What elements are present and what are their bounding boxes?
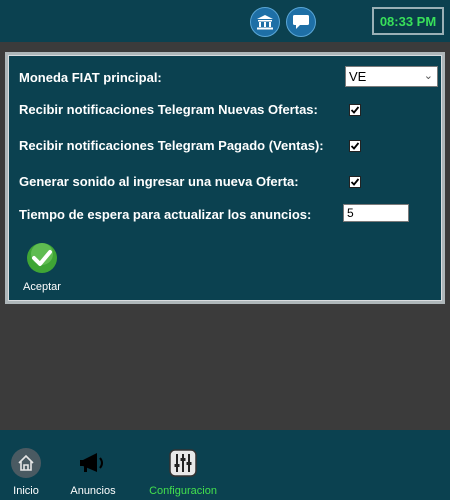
wait-input[interactable]: 5	[343, 204, 409, 222]
bank-button[interactable]	[250, 7, 280, 37]
chat-icon	[293, 15, 309, 29]
accept-button[interactable]: Aceptar	[19, 242, 65, 293]
nav-label-configuracion: Configuracion	[149, 485, 217, 497]
fiat-select-value: VE	[349, 69, 367, 84]
checkmark-icon	[350, 178, 360, 186]
checkmark-icon	[350, 106, 360, 114]
sliders-icon	[169, 449, 197, 477]
home-icon	[11, 448, 41, 478]
sound-checkbox[interactable]	[349, 176, 361, 188]
nav-item-inicio[interactable]: Inicio	[10, 448, 42, 497]
notif-paid-checkbox[interactable]	[349, 140, 361, 152]
notif-paid-label: Recibir notificaciones Telegram Pagado (…	[19, 138, 324, 153]
notif-new-label: Recibir notificaciones Telegram Nuevas O…	[19, 102, 318, 117]
nav-label-inicio: Inicio	[13, 485, 39, 497]
notif-new-checkbox[interactable]	[349, 104, 361, 116]
megaphone-icon	[80, 453, 103, 472]
settings-panel: Moneda FIAT principal: VE ⌄ Recibir noti…	[5, 52, 445, 304]
check-circle-icon	[27, 243, 57, 273]
bank-icon	[257, 15, 273, 30]
chevron-down-icon: ⌄	[423, 70, 433, 82]
top-bar: 08:33 PM	[0, 0, 450, 42]
accept-label: Aceptar	[23, 281, 61, 293]
bottom-nav: Inicio Anuncios Configuracion	[0, 430, 450, 500]
fiat-select[interactable]: VE ⌄	[345, 66, 438, 87]
settings-panel-inner: Moneda FIAT principal: VE ⌄ Recibir noti…	[8, 55, 442, 301]
checkmark-icon	[350, 142, 360, 150]
clock: 08:33 PM	[372, 7, 444, 35]
nav-item-configuracion[interactable]: Configuracion	[140, 448, 226, 497]
nav-label-anuncios: Anuncios	[70, 485, 116, 497]
nav-item-anuncios[interactable]: Anuncios	[66, 448, 120, 497]
chat-button[interactable]	[286, 7, 316, 37]
fiat-label: Moneda FIAT principal:	[19, 70, 162, 85]
sound-label: Generar sonido al ingresar una nueva Ofe…	[19, 174, 299, 189]
wait-label: Tiempo de espera para actualizar los anu…	[19, 207, 312, 222]
